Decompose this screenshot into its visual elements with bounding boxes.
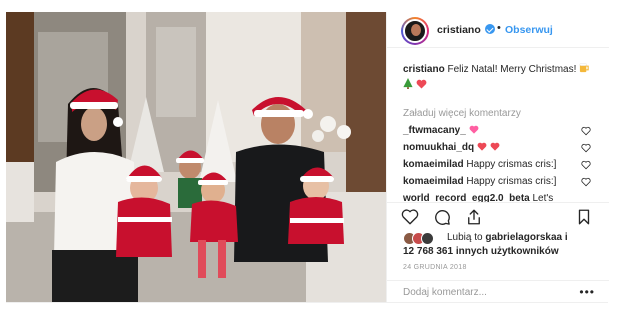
liker-avatars[interactable] <box>403 232 443 246</box>
likes-count[interactable]: 12 768 361 innych użytkowników <box>403 246 559 257</box>
comment-row: komaeimilad Happy crismas cris:] <box>403 158 603 172</box>
post-date[interactable]: 24 GRUDNIA 2018 <box>403 264 467 271</box>
red-heart-icon <box>490 142 500 156</box>
comments-section[interactable]: cristiano Feliz Natal! Merry Christmas! … <box>387 48 609 202</box>
follow-button[interactable]: Obserwuj <box>505 24 553 36</box>
bookmark-icon[interactable] <box>575 208 593 226</box>
avatar-image <box>403 19 427 43</box>
likes-line-1: Lubią to gabrielagorskaa i <box>447 232 568 243</box>
share-icon[interactable] <box>465 208 483 226</box>
comment-username[interactable]: world_record_egg2.0_beta <box>403 193 530 202</box>
caption-text: Feliz Natal! Merry Christmas! <box>447 64 577 75</box>
load-more-comments-link[interactable]: Załaduj więcej komentarzy <box>403 108 521 119</box>
comment-row: komaeimilad Happy crismas cris:] <box>403 175 603 189</box>
likes-summary: Lubią to gabrielagorskaa i 12 768 361 in… <box>403 230 609 260</box>
instagram-post: cristiano • Obserwuj cristiano Feliz Nat… <box>0 0 620 314</box>
comment-text: Happy crismas cris:] <box>466 176 557 187</box>
heart-icon[interactable] <box>401 208 419 226</box>
avatar[interactable] <box>401 17 429 45</box>
action-bar <box>387 202 609 230</box>
pink-heart-icon <box>469 125 479 139</box>
comment-row: world_record_egg2.0_beta Let's make a co… <box>403 192 575 202</box>
comment-like-heart-icon[interactable] <box>581 160 591 170</box>
liker-username[interactable]: gabrielagorskaa i <box>485 232 567 243</box>
red-heart-icon <box>416 79 427 94</box>
divider <box>6 302 608 303</box>
comment-row: nomuukhai_dq <box>403 141 603 155</box>
comment-icon[interactable] <box>433 208 451 226</box>
red-heart-icon <box>477 142 487 156</box>
post-caption: cristiano Feliz Natal! Merry Christmas! <box>403 62 603 94</box>
comment-username[interactable]: komaeimilad <box>403 176 464 187</box>
add-comment-bar: ••• <box>387 280 609 302</box>
liker-avatar <box>421 232 434 245</box>
likes-prefix: Lubią to <box>447 232 483 243</box>
caption-username[interactable]: cristiano <box>403 64 445 75</box>
comment-like-heart-icon[interactable] <box>581 177 591 187</box>
beer-mug-icon <box>579 62 590 78</box>
post-photo[interactable] <box>6 12 386 302</box>
comment-like-heart-icon[interactable] <box>581 143 591 153</box>
comment-text: Happy crismas cris:] <box>466 159 557 170</box>
more-options-button[interactable]: ••• <box>579 285 595 299</box>
separator-dot: • <box>497 22 501 34</box>
post-side-panel: cristiano • Obserwuj cristiano Feliz Nat… <box>386 12 609 302</box>
username-link[interactable]: cristiano <box>437 24 481 36</box>
verified-badge-icon <box>485 24 495 34</box>
add-comment-input[interactable] <box>403 287 563 298</box>
christmas-tree-icon <box>403 78 413 94</box>
post-header: cristiano • Obserwuj <box>387 12 609 48</box>
comment-username[interactable]: nomuukhai_dq <box>403 142 474 153</box>
family-christmas-photo <box>6 12 386 302</box>
comment-username[interactable]: komaeimilad <box>403 159 464 170</box>
comment-username[interactable]: _ftwmacany_ <box>403 125 466 136</box>
comment-like-heart-icon[interactable] <box>581 126 591 136</box>
comment-row: _ftwmacany_ <box>403 124 603 138</box>
